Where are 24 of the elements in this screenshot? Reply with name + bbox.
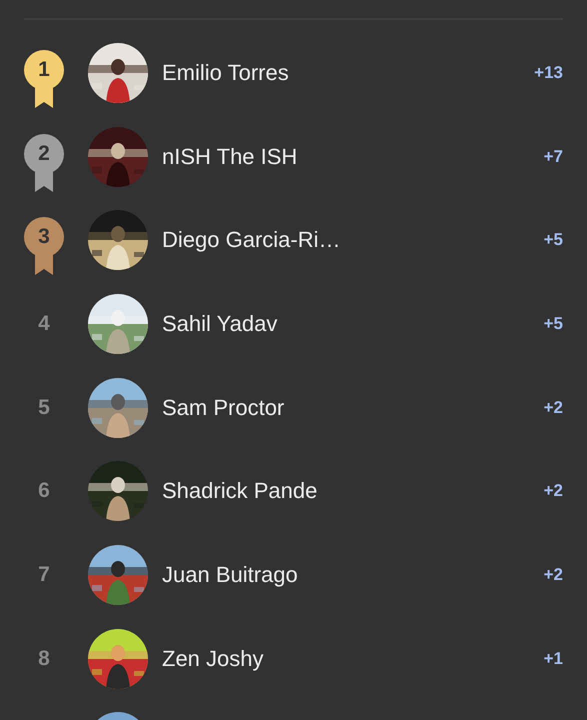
rank-number: 3 [37, 225, 51, 250]
rank-number: 5 [38, 396, 50, 420]
player-name: Shadrick Pande [162, 478, 318, 504]
player-name: nISH The ISH [162, 144, 298, 170]
score: +5 [544, 314, 563, 334]
score: +5 [544, 230, 563, 250]
score: +2 [544, 564, 563, 585]
rank-number: 8 [38, 646, 50, 671]
player-name: Sam Proctor [162, 394, 286, 421]
rank-number: 2 [37, 142, 51, 166]
score: +1 [544, 648, 563, 669]
player-name: Zen Joshy [162, 646, 264, 672]
rank-number: 6 [38, 479, 50, 504]
player-name: Emilio Torres [162, 60, 290, 86]
player-name: Juan Buitrago [162, 562, 299, 588]
player-name: Sahil Yadav [162, 310, 278, 337]
score: +7 [544, 146, 563, 167]
score: +2 [544, 398, 563, 418]
player-name: Diego Garcia-Ri… [162, 227, 342, 254]
score: +13 [534, 62, 563, 83]
rank-number: 1 [37, 58, 51, 82]
score: +2 [544, 481, 563, 502]
rank-number: 7 [38, 562, 50, 587]
rank-number: 4 [38, 312, 50, 336]
